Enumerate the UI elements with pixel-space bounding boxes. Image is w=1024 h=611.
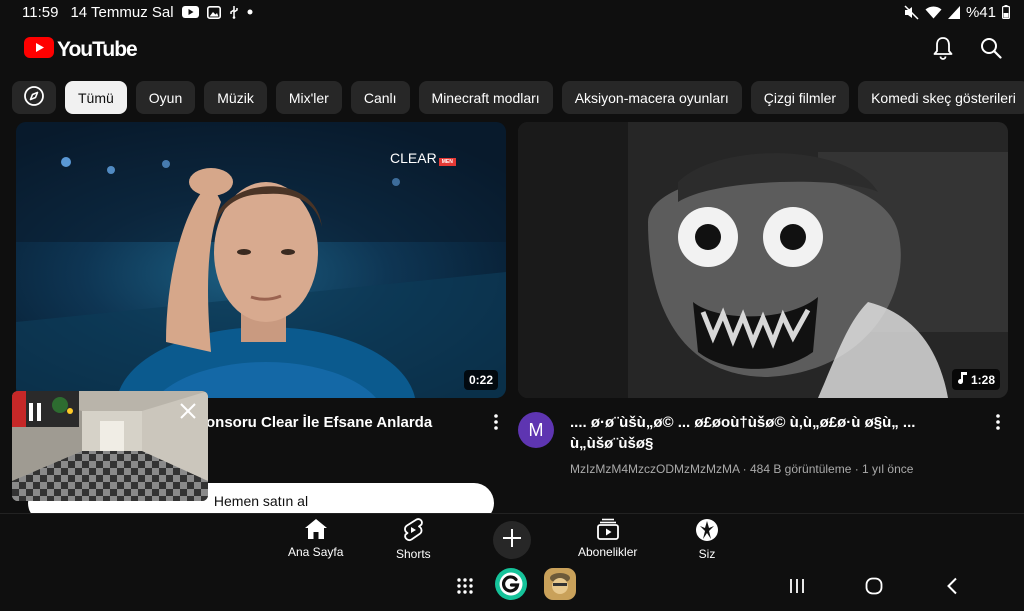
chip-minecraft-modlari[interactable]: Minecraft modları — [418, 81, 553, 114]
home-system-icon[interactable] — [862, 571, 886, 601]
search-icon[interactable] — [980, 37, 1002, 64]
home-icon — [304, 518, 328, 543]
shorts-music-icon — [957, 372, 967, 387]
more-options-icon[interactable] — [486, 412, 506, 433]
notifications-bell-icon[interactable] — [932, 36, 954, 65]
battery-icon — [1002, 5, 1010, 19]
more-options-icon[interactable] — [988, 412, 1008, 476]
system-navigation-bar — [0, 561, 1024, 611]
chip-cizgi-filmler[interactable]: Çizgi filmler — [750, 81, 850, 114]
explore-chip[interactable] — [12, 81, 56, 114]
video-subtitle: MzIzMzM4MzczODMzMzMzMA · 484 B görüntüle… — [570, 462, 914, 476]
video-card: CLEAR MEN 0:22 onsoru Clear İle Efsane A… — [16, 122, 506, 433]
youtube-notification-icon — [181, 6, 199, 18]
mini-player[interactable] — [12, 391, 208, 501]
close-icon[interactable] — [180, 403, 196, 424]
game-app-icon[interactable] — [543, 568, 577, 600]
clear-brand-logo: CLEAR MEN — [390, 150, 456, 166]
video-thumbnail[interactable]: CLEAR MEN 0:22 — [16, 122, 506, 398]
chip-aksiyon-macera[interactable]: Aksiyon-macera oyunları — [561, 81, 742, 114]
compass-icon — [23, 85, 45, 110]
recent-apps-icon[interactable] — [786, 571, 808, 601]
more-notifications-dot-icon — [247, 9, 253, 15]
bottom-navigation: Ana Sayfa Shorts Abonelikler Siz — [0, 513, 1024, 561]
usb-notification-icon — [229, 5, 239, 19]
gallery-notification-icon — [206, 5, 221, 19]
status-bar: 11:59 14 Temmuz Sal %41 — [0, 0, 1024, 24]
app-name: YouTube — [57, 38, 138, 61]
app-drawer-icon[interactable] — [452, 571, 478, 601]
plus-icon — [502, 528, 522, 553]
account-icon — [695, 518, 719, 545]
nav-shorts[interactable]: Shorts — [396, 518, 431, 561]
youtube-logo[interactable]: YouTube — [24, 37, 138, 63]
category-chips: Tümü Oyun Müzik Mix'ler Canlı Minecraft … — [12, 81, 1024, 115]
nav-you[interactable]: Siz — [695, 518, 719, 561]
channel-avatar[interactable]: M — [518, 412, 554, 448]
video-duration: 0:22 — [463, 370, 498, 390]
video-title[interactable]: onsoru Clear İle Efsane Anlarda — [206, 412, 478, 433]
status-date: 14 Temmuz Sal — [70, 3, 174, 21]
battery-percent: %41 — [965, 3, 996, 21]
grammarly-app-icon[interactable] — [494, 568, 528, 600]
subscriptions-icon — [596, 518, 620, 543]
thumbnail-art — [518, 122, 1008, 398]
chip-mixler[interactable]: Mix'ler — [275, 81, 342, 114]
mute-icon — [904, 4, 919, 20]
signal-icon — [947, 5, 960, 19]
nav-subscriptions[interactable]: Abonelikler — [578, 518, 637, 559]
video-title[interactable]: .... ø·ø¨ùšù„ø© ... ø£øoù†ùšø© ù‚ù„ø£ø·ù… — [570, 412, 980, 454]
back-icon[interactable] — [942, 571, 962, 601]
status-time: 11:59 — [22, 3, 59, 21]
video-thumbnail[interactable]: 1:28 — [518, 122, 1008, 398]
youtube-play-icon — [24, 37, 54, 63]
create-button[interactable] — [493, 521, 531, 559]
chip-muzik[interactable]: Müzik — [204, 81, 267, 114]
chip-oyun[interactable]: Oyun — [135, 81, 196, 114]
wifi-icon — [925, 5, 942, 19]
app-header: YouTube — [0, 26, 1024, 74]
video-card: 1:28 M .... ø·ø¨ùšù„ø© ... ø£øoù†ùšø© ù‚… — [518, 122, 1008, 476]
shorts-icon — [403, 518, 424, 545]
pause-icon[interactable] — [28, 403, 42, 426]
video-meta: M .... ø·ø¨ùšù„ø© ... ø£øoù†ùšø© ù‚ù„ø£ø… — [518, 412, 1008, 476]
nav-home[interactable]: Ana Sayfa — [288, 518, 343, 559]
chip-komedi-skec[interactable]: Komedi skeç gösterileri — [858, 81, 1024, 114]
chip-tumu[interactable]: Tümü — [65, 81, 127, 114]
chip-canli[interactable]: Canlı — [350, 81, 410, 114]
video-duration: 1:28 — [951, 369, 1000, 390]
